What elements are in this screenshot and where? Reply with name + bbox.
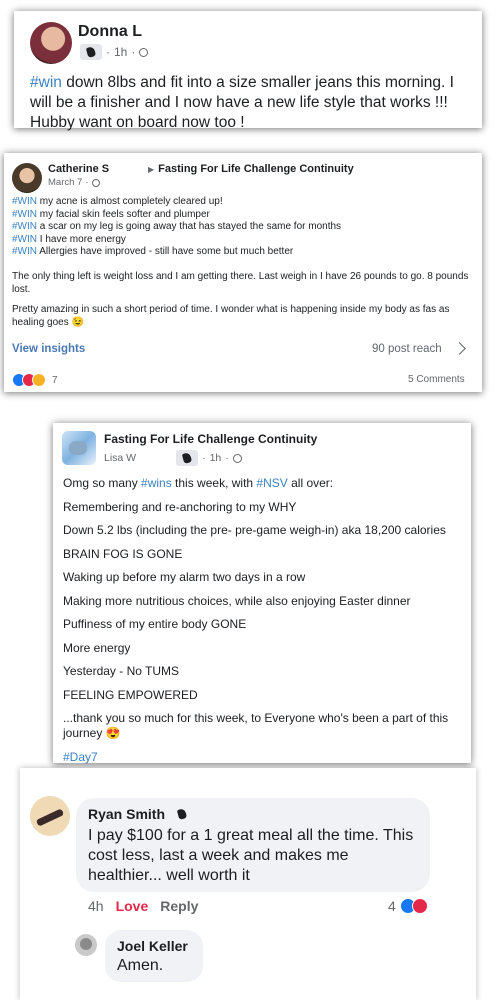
post-text-body: down 8lbs and fit into a size smaller je… [30,74,454,131]
wow-reaction-icon [32,373,46,387]
post-card-lisa: Fasting For Life Challenge Continuity Li… [53,423,471,764]
love-button[interactable]: Love [116,898,149,914]
member-badge-icon [80,44,102,60]
list-item: #WIN my acne is almost completely cleare… [12,196,341,209]
list-item: Waking up before my alarm two days in a … [63,570,306,584]
avatar[interactable] [30,22,72,64]
hashtag-link[interactable]: #WIN [12,246,37,257]
win-text: my facial skin feels softer and plumper [37,208,210,220]
post-paragraph: Pretty amazing in such a short period of… [12,304,450,328]
post-body: Omg so many #wins this week, with #NSV a… [63,476,463,773]
post-date[interactable]: March 7 [48,177,82,188]
globe-icon [232,453,242,463]
arrow-right-icon: ▶ [148,165,155,174]
group-link[interactable]: ▶ Fasting For Life Challenge Continuity [148,163,354,175]
reactions-summary[interactable]: 7 [12,373,58,387]
hashtag-link[interactable]: #NSV [256,476,287,490]
hashtag-link[interactable]: #WIN [12,196,37,207]
globe-icon [91,178,100,187]
comment-bubble: Joel Keller Amen. [105,930,203,982]
globe-icon [139,47,149,57]
list-item: #WIN I have more energy [12,234,341,247]
hashtag-link[interactable]: #WIN [12,221,37,232]
view-insights-link[interactable]: View insights [12,343,85,355]
comment-author[interactable]: Ryan Smith [88,806,193,822]
post-text: #win down 8lbs and fit into a size small… [30,73,470,133]
post-meta: Lisa W · 1h · [104,450,242,466]
author-name[interactable]: Catherine S [48,163,109,175]
list-item: Making more nutritious choices, while al… [63,593,411,608]
list-item: #WIN Allergies have improved - still hav… [12,246,341,259]
post-time[interactable]: 1h [210,452,222,464]
comment-actions: 4h Love Reply [88,898,198,914]
list-item: ...thank you so much for this week, to E… [63,711,449,740]
member-badge-icon [176,450,199,466]
member-badge-icon [171,806,193,822]
comment-bubble: Ryan Smith I pay $100 for a 1 great meal… [76,798,430,892]
love-reaction-icon [411,898,428,914]
win-text: Allergies have improved - still have som… [37,246,294,257]
reaction-count: 7 [52,374,58,386]
win-text: I have more energy [37,233,126,245]
post-meta: · 1h · [80,44,149,60]
author-name[interactable]: Donna L [78,23,142,41]
list-item: #WIN my facial skin feels softer and plu… [12,209,341,222]
hashtag-link[interactable]: #win [30,74,62,91]
post-time[interactable]: 1h [114,45,127,59]
avatar[interactable] [75,934,97,956]
comment-reactions[interactable]: 4 [388,898,428,914]
hashtag-link[interactable]: #Day7 [63,750,463,765]
post-meta: March 7 · [48,177,100,188]
chevron-right-icon[interactable] [453,342,466,355]
reply-button[interactable]: Reply [160,898,198,914]
avatar[interactable] [12,163,42,193]
list-item: Yesterday - No TUMS [63,664,180,678]
list-item: Puffiness of my entire body GONE [63,617,247,631]
hashtag-link[interactable]: #wins [141,476,172,490]
avatar[interactable] [30,796,70,836]
intro-text: this week, with [171,476,257,490]
post-paragraph: The only thing left is weight loss and I… [12,271,469,295]
list-item: FEELING EMPOWERED [63,687,198,702]
list-item: BRAIN FOG IS GONE [63,546,183,561]
list-item: Remembering and re-anchoring to my WHY [63,499,297,514]
intro-text: Omg so many [63,476,142,490]
comment-text: I pay $100 for a 1 great meal all the ti… [88,827,414,884]
post-intro: Omg so many #wins this week, with #NSV a… [63,476,463,491]
list-item: More energy [63,640,131,655]
hashtag-link[interactable]: #WIN [12,234,37,245]
comments-count-link[interactable]: 5 Comments [408,374,465,385]
post-reach: 90 post reach [372,343,442,355]
win-text: my acne is almost completely cleared up! [37,196,223,207]
list-item: Down 5.2 lbs (including the pre- pre-gam… [63,523,446,537]
group-name[interactable]: Fasting For Life Challenge Continuity [158,163,354,175]
comment-thread: Ryan Smith I pay $100 for a 1 great meal… [20,768,476,1000]
intro-text: all over: [287,476,334,490]
post-card-catherine: Catherine S ▶ Fasting For Life Challenge … [4,153,482,392]
win-text: a scar on my leg is going away that has … [37,221,342,232]
reaction-count: 4 [388,898,396,914]
comment-text: Amen. [117,957,164,974]
group-name[interactable]: Fasting For Life Challenge Continuity [104,432,317,446]
group-avatar[interactable] [62,431,96,465]
comment-time[interactable]: 4h [88,898,104,914]
comment-author[interactable]: Joel Keller [117,938,188,954]
post-card-donna: Donna L · 1h · #win down 8lbs and fit in… [14,11,482,131]
comment-author-name[interactable]: Ryan Smith [88,806,165,822]
list-item: #WIN a scar on my leg is going away that… [12,221,341,234]
hashtag-link[interactable]: #WIN [12,209,37,220]
wins-list: #WIN my acne is almost completely cleare… [12,196,341,259]
author-name[interactable]: Lisa W [104,452,136,464]
